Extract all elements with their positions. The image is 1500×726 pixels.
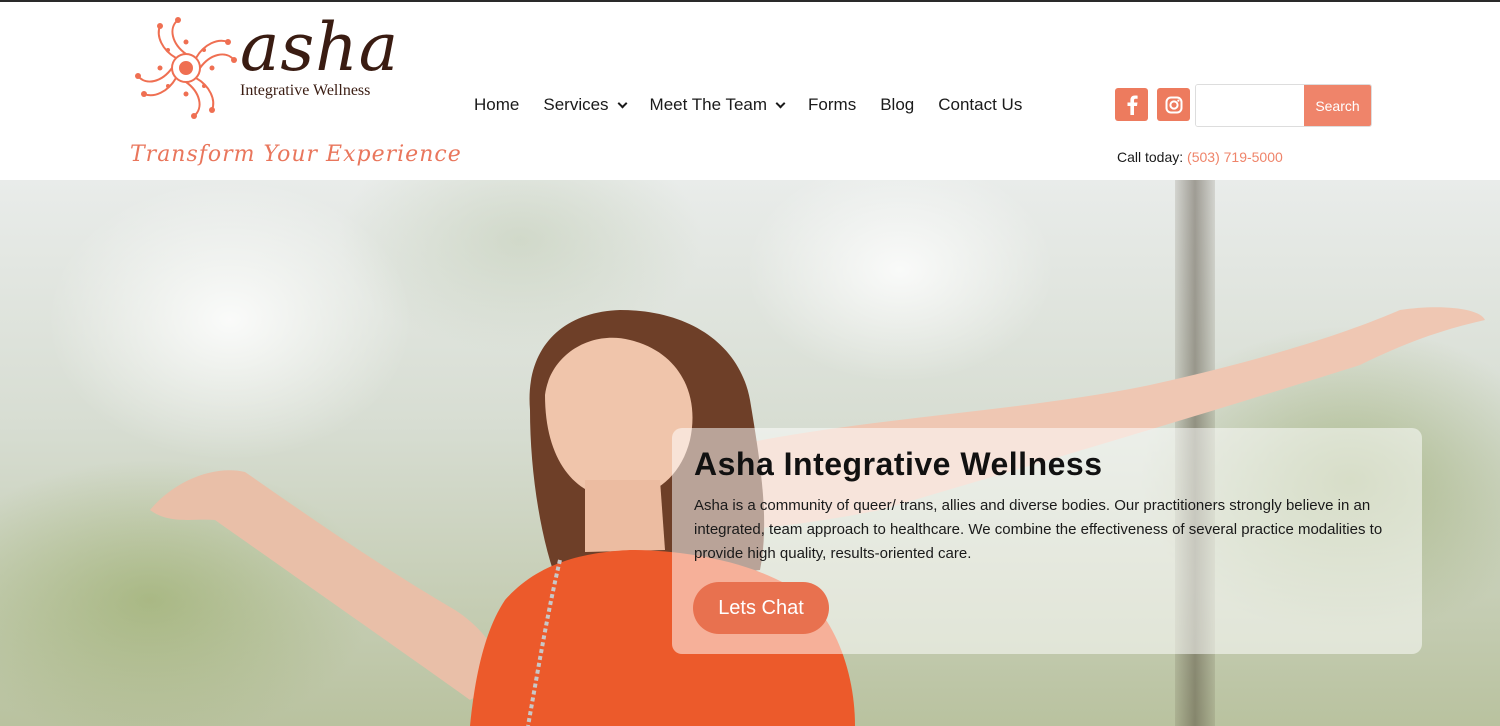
brand-tagline: Transform Your Experience <box>130 142 462 167</box>
hero-title: Asha Integrative Wellness <box>694 446 1103 482</box>
call-label: Call today: <box>1117 149 1184 165</box>
hero-card: Asha Integrative Wellness Asha is a comm… <box>672 428 1422 654</box>
facebook-link[interactable] <box>1115 88 1148 121</box>
instagram-icon <box>1165 96 1182 113</box>
search-form: Search <box>1195 84 1372 127</box>
nav-item-label: Forms <box>808 95 857 114</box>
nav-item-forms[interactable]: Forms <box>808 90 856 120</box>
nav-item-label: Services <box>543 95 609 114</box>
brand-subtitle: Integrative Wellness <box>240 82 371 99</box>
phone-line: Call today: (503) 719-5000 <box>1117 149 1283 165</box>
chevron-down-icon <box>775 98 786 108</box>
mandala-logo-icon <box>135 17 237 119</box>
nav-item-label: Meet The Team <box>649 95 768 114</box>
hero-section: Asha Integrative Wellness Asha is a comm… <box>0 180 1500 726</box>
nav-item-label: Home <box>474 95 520 114</box>
chevron-down-icon <box>617 98 627 108</box>
search-input[interactable] <box>1196 85 1304 126</box>
main-nav: Home Services Meet The Team Forms Blog C… <box>474 90 1046 120</box>
nav-item-label: Contact Us <box>938 95 1023 114</box>
lets-chat-button[interactable]: Lets Chat <box>693 582 829 634</box>
instagram-link[interactable] <box>1157 88 1190 121</box>
nav-item-home[interactable]: Home <box>474 90 519 120</box>
nav-item-services[interactable]: Services <box>543 90 627 120</box>
site-header: asha Integrative Wellness Transform Your… <box>0 0 1500 180</box>
nav-item-meet-the-team[interactable]: Meet The Team <box>649 90 786 120</box>
brand-name: asha <box>240 9 400 86</box>
search-button[interactable]: Search <box>1304 85 1371 126</box>
facebook-icon <box>1127 95 1138 115</box>
hero-description: Asha is a community of queer/ trans, all… <box>694 497 1383 562</box>
nav-item-label: Blog <box>880 95 915 114</box>
nav-item-contact-us[interactable]: Contact Us <box>938 90 1022 120</box>
site-logo[interactable]: asha Integrative Wellness <box>132 9 398 124</box>
phone-link[interactable]: (503) 719-5000 <box>1187 149 1283 165</box>
nav-item-blog[interactable]: Blog <box>880 90 914 120</box>
